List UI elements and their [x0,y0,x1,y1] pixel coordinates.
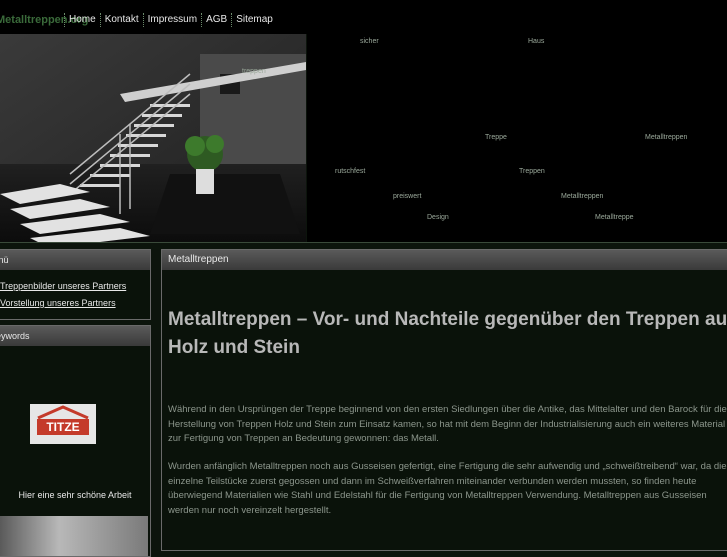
nav-separator [142,13,144,27]
staircase-illustration [0,34,306,242]
tag-treppe[interactable]: Treppe [485,134,507,141]
tag-treppen-small[interactable]: treppen [242,68,266,75]
sidebar-menu-box: Menü Treppenbilder unseres Partners Vors… [0,249,151,320]
tag-metalltreppen-1[interactable]: Metalltreppen [645,134,687,141]
main-navigation: Home Kontakt Impressum AGB Sitemap [62,13,275,27]
nav-impressum[interactable]: Impressum [146,13,199,27]
tag-rutschfest[interactable]: rutschfest [335,168,365,175]
top-bar: Metalltreppen.org Home Kontakt Impressum… [0,0,727,34]
tag-preiswert[interactable]: preiswert [393,193,421,200]
tag-metalltreppe[interactable]: Metalltreppe [595,214,634,221]
article-heading: Metalltreppen – Vor- und Nachteile gegen… [168,309,727,358]
main-content: Metalltreppen Metalltreppen – Vor- und N… [161,249,727,551]
partner-logo-text: TITZE [37,419,89,435]
sidebar-link-vorstellung[interactable]: Vorstellung unseres Partners [0,295,150,312]
nav-separator [201,13,203,27]
tag-cloud: sicher Haus treppen Treppe Metalltreppen… [242,34,727,242]
partner-logo[interactable]: TITZE [30,404,96,444]
tag-treppen[interactable]: Treppen [519,168,545,175]
sidebar-menu-title: Menü [0,250,150,270]
tag-metalltreppen-2[interactable]: Metalltreppen [561,193,603,200]
partner-photo[interactable] [0,516,148,556]
sidebar-keywords-title: Keywords [0,326,150,346]
tag-sicher[interactable]: sicher [360,38,379,45]
sidebar-keywords-box: Keywords TITZE Hier eine sehr schöne Arb… [0,325,151,557]
nav-separator [64,13,65,27]
tag-haus[interactable]: Haus [528,38,544,45]
section-title: Metalltreppen [162,250,727,270]
tag-design[interactable]: Design [427,214,449,221]
divider [0,242,727,243]
article-paragraph-2: Wurden anfänglich Metalltreppen noch aus… [168,461,727,516]
nav-sitemap[interactable]: Sitemap [234,13,275,27]
nav-kontakt[interactable]: Kontakt [103,13,141,27]
nav-separator [231,13,233,27]
partner-caption: Hier eine sehr schöne Arbeit [18,490,132,500]
nav-agb[interactable]: AGB [204,13,229,27]
nav-home[interactable]: Home [67,13,98,27]
sidebar-menu-list: Treppenbilder unseres Partners Vorstellu… [0,270,150,312]
nav-separator [99,13,101,27]
sidebar-link-treppenbilder[interactable]: Treppenbilder unseres Partners [0,278,150,295]
article-paragraph-1: Während in den Ursprüngen der Treppe beg… [168,404,727,444]
hero-staircase-image [0,34,306,242]
